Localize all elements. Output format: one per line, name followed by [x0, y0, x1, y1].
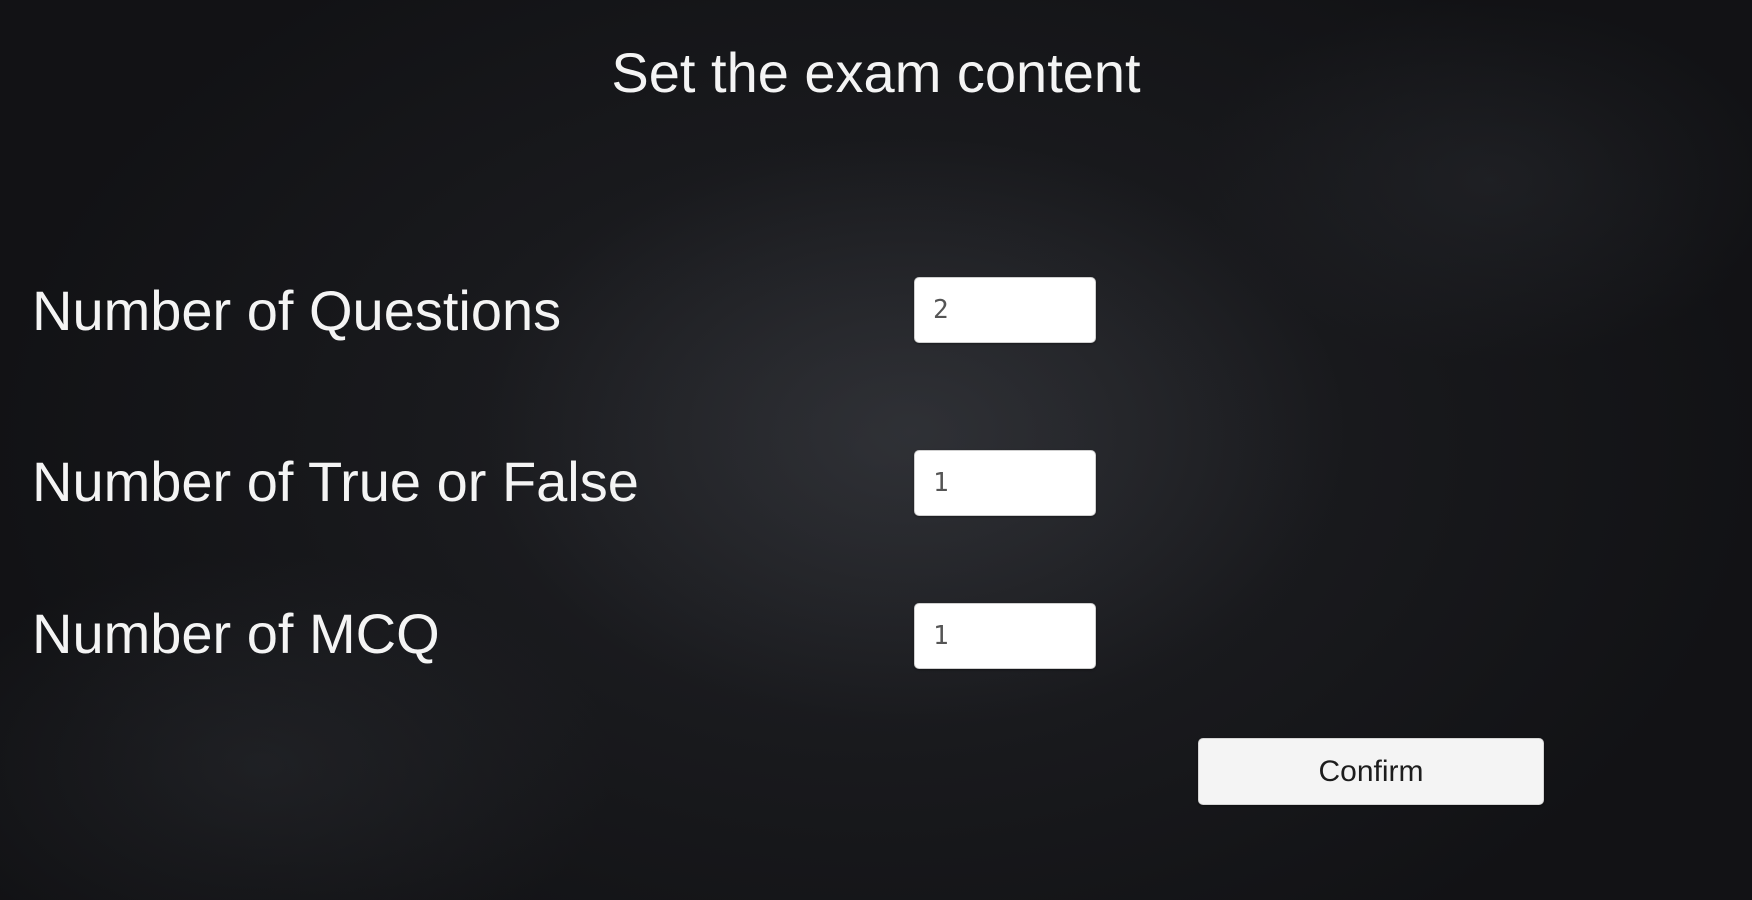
page-title: Set the exam content: [611, 41, 1141, 104]
mcq-input[interactable]: [914, 603, 1096, 669]
questions-label: Number of Questions: [32, 279, 562, 342]
true-false-label: Number of True or False: [32, 450, 639, 513]
confirm-button[interactable]: Confirm: [1198, 738, 1544, 805]
questions-input[interactable]: [914, 277, 1096, 343]
mcq-label: Number of MCQ: [32, 602, 440, 665]
true-false-input[interactable]: [914, 450, 1096, 516]
exam-setup-screen: Set the exam content Number of Questions…: [0, 0, 1752, 900]
